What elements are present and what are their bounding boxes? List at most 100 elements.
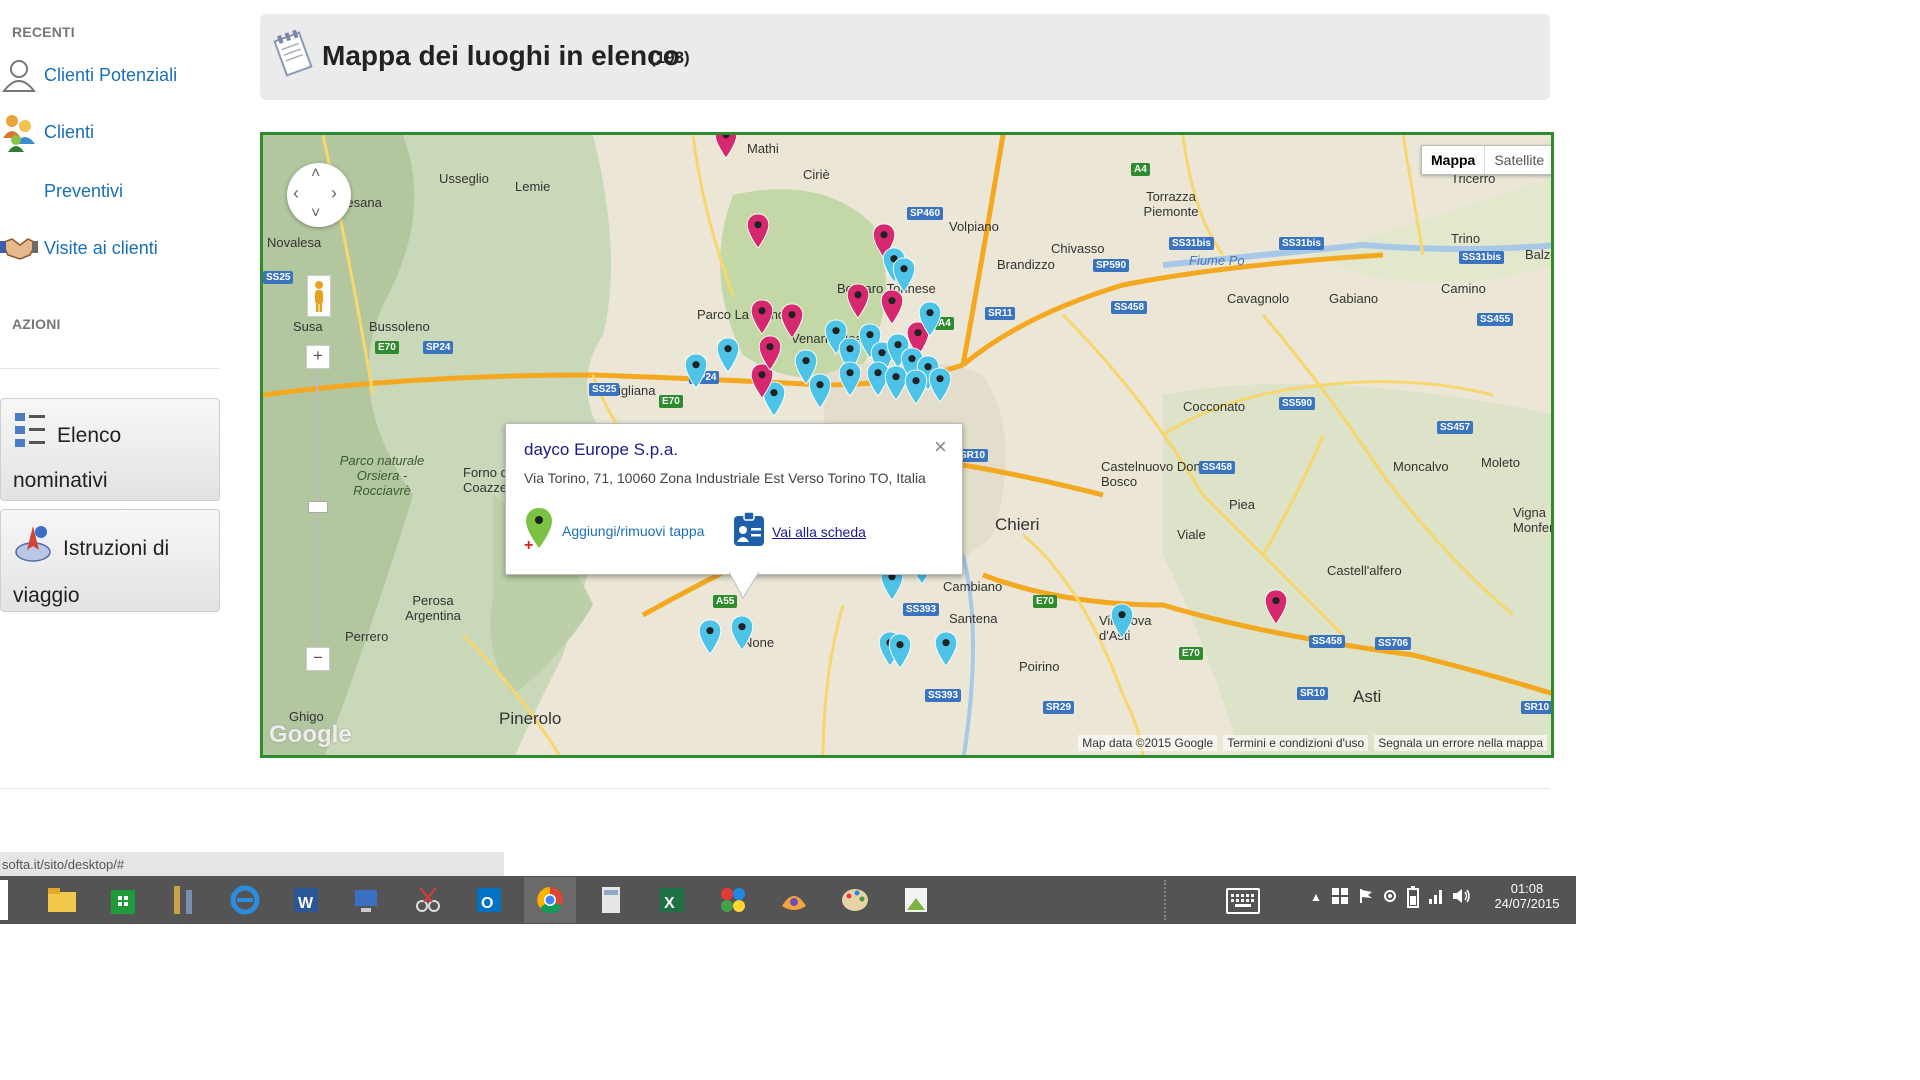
- pan-up-icon[interactable]: ˄: [311, 165, 320, 183]
- sidebar-item-clienti[interactable]: Clienti: [0, 113, 94, 152]
- magenta-map-marker-icon[interactable]: [1263, 589, 1289, 625]
- terms-link[interactable]: Termini e condizioni d'uso: [1223, 735, 1369, 751]
- page-title: Mappa dei luoghi in elenco: [322, 40, 680, 71]
- map-data-credit: Map data ©2015 Google: [1078, 735, 1218, 751]
- magenta-map-marker-icon[interactable]: [845, 283, 871, 319]
- istruzioni-di-viaggio-button[interactable]: Istruzioni di viaggio: [0, 509, 220, 612]
- add-remove-stop-link[interactable]: + Aggiungi/rimuovi tappa: [524, 506, 704, 555]
- svg-text:X: X: [664, 895, 675, 912]
- info-place-name: dayco Europe S.p.a.: [524, 440, 679, 459]
- snipping-tool-icon[interactable]: [402, 877, 454, 923]
- status-url: softa.it/sito/desktop/#: [2, 857, 125, 872]
- chrome-icon[interactable]: [524, 877, 576, 923]
- zoom-in-button[interactable]: +: [306, 345, 330, 369]
- blue-map-marker-icon[interactable]: [683, 353, 709, 389]
- colors-app-icon[interactable]: [707, 877, 759, 923]
- map-pan-control[interactable]: ˄ ˅ ‹ ›: [287, 163, 351, 227]
- sidebar-item-preventivi[interactable]: Preventivi: [0, 172, 123, 210]
- zoom-out-button[interactable]: −: [306, 647, 330, 671]
- signal-strength-icon[interactable]: [1428, 888, 1444, 907]
- action-center-flag-icon[interactable]: [1358, 888, 1374, 907]
- zoom-slider-handle[interactable]: [308, 501, 328, 513]
- recent-section-label: RECENTI: [12, 24, 75, 40]
- paint-palette-icon[interactable]: [829, 877, 881, 923]
- magenta-map-marker-icon[interactable]: [745, 213, 771, 249]
- blue-map-marker-icon[interactable]: [933, 631, 959, 667]
- button-label-line2: viaggio: [13, 584, 80, 607]
- magenta-map-marker-icon[interactable]: [757, 335, 783, 371]
- blue-map-marker-icon[interactable]: [887, 633, 913, 669]
- elenco-nominativi-button[interactable]: Elenco nominativi: [0, 398, 220, 501]
- map-pin-add-icon: +: [524, 506, 554, 555]
- map-attribution: Map data ©2015 Google Termini e condizio…: [1078, 735, 1547, 751]
- handshake-icon: [0, 229, 38, 267]
- keyboard-icon[interactable]: [1226, 888, 1260, 914]
- excel-icon[interactable]: X: [646, 877, 698, 923]
- system-clock[interactable]: 01:08 24/07/2015: [1492, 881, 1562, 911]
- pan-down-icon[interactable]: ˅: [311, 205, 320, 223]
- street-view-pegman-icon[interactable]: [307, 275, 331, 317]
- button-label-line1: Istruzioni di: [63, 537, 170, 561]
- magenta-map-marker-icon[interactable]: [779, 303, 805, 339]
- google-logo: Google: [269, 721, 352, 748]
- show-hidden-icons-icon[interactable]: ▲: [1310, 890, 1322, 904]
- clock-time: 01:08: [1510, 881, 1544, 896]
- map-type-toggle[interactable]: Mappa Satellite: [1421, 145, 1551, 175]
- blue-map-marker-icon[interactable]: [715, 337, 741, 373]
- remote-desktop-icon[interactable]: [341, 877, 393, 923]
- volume-icon[interactable]: [1452, 888, 1472, 907]
- network-settings-icon[interactable]: [1382, 888, 1398, 907]
- pan-right-icon[interactable]: ›: [331, 183, 337, 204]
- blue-map-marker-icon[interactable]: [729, 615, 755, 651]
- blue-map-marker-icon[interactable]: [891, 257, 917, 293]
- report-error-link[interactable]: Segnala un errore nella mappa: [1374, 735, 1547, 751]
- blue-map-marker-icon[interactable]: [903, 369, 929, 405]
- user-outline-icon: [0, 56, 38, 94]
- id-card-icon: [732, 510, 766, 553]
- word-icon[interactable]: W: [280, 877, 332, 923]
- windows-taskbar: W O X ▲ 01:08 24/07/2015: [0, 876, 1576, 924]
- map-canvas[interactable]: Mathi Ciriè Usseglio Lemie Volpiano Torr…: [260, 132, 1554, 758]
- info-window-tail: [729, 572, 759, 600]
- svg-text:W: W: [298, 895, 314, 912]
- notepad-icon: [272, 29, 314, 83]
- button-label-line1: Elenco: [57, 424, 122, 448]
- taskbar-apps: WOX: [36, 877, 942, 923]
- blue-map-marker-icon[interactable]: [807, 373, 833, 409]
- battery-icon[interactable]: [1406, 886, 1420, 911]
- blue-map-marker-icon[interactable]: [917, 301, 943, 337]
- internet-explorer-icon[interactable]: [219, 877, 271, 923]
- blue-map-marker-icon[interactable]: [837, 361, 863, 397]
- close-icon[interactable]: ×: [934, 434, 947, 460]
- magenta-map-marker-icon[interactable]: [713, 132, 739, 159]
- pan-left-icon[interactable]: ‹: [293, 183, 299, 204]
- file-explorer-icon[interactable]: [36, 877, 88, 923]
- sidebar-item-label: Visite ai clienti: [44, 237, 158, 258]
- clock-date: 24/07/2015: [1494, 896, 1560, 911]
- add-remove-stop-label: Aggiungi/rimuovi tappa: [562, 522, 705, 539]
- open-record-link[interactable]: Vai alla scheda: [732, 510, 866, 553]
- compass-icon: [13, 522, 53, 577]
- list-icon: [13, 411, 47, 462]
- sidebar-item-visite-ai-clienti[interactable]: Visite ai clienti: [0, 229, 158, 267]
- tools-icon[interactable]: [158, 877, 210, 923]
- info-address: Via Torino, 71, 10060 Zona Industriale E…: [524, 470, 926, 486]
- button-label-line2: nominativi: [13, 469, 108, 492]
- magenta-map-marker-icon[interactable]: [879, 289, 905, 325]
- calculator-icon[interactable]: [585, 877, 637, 923]
- map-type-satellite-button[interactable]: Satellite: [1485, 146, 1551, 174]
- sidebar-item-clienti-potenziali[interactable]: Clienti Potenziali: [0, 56, 177, 94]
- store-icon[interactable]: [97, 877, 149, 923]
- blue-map-marker-icon[interactable]: [697, 619, 723, 655]
- blue-map-marker-icon[interactable]: [927, 367, 953, 403]
- magenta-map-marker-icon[interactable]: [749, 299, 775, 335]
- map-type-mappa-button[interactable]: Mappa: [1422, 146, 1486, 174]
- paint-tool-icon[interactable]: [768, 877, 820, 923]
- taskbar-separator: [1164, 880, 1170, 920]
- graphic-editor-icon[interactable]: [890, 877, 942, 923]
- blue-map-marker-icon[interactable]: [1109, 603, 1135, 639]
- outlook-icon[interactable]: O: [463, 877, 515, 923]
- page-header: Mappa dei luoghi in elenco (193): [260, 14, 1550, 100]
- windows-flag-icon[interactable]: [1332, 888, 1348, 907]
- start-button-edge[interactable]: [0, 880, 8, 920]
